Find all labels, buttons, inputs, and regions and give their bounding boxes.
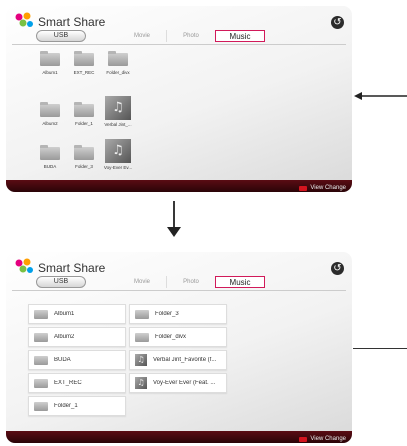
- list-item-label: Verbal Jint_Favorite (f...: [153, 357, 217, 363]
- list-item[interactable]: BUDA: [28, 350, 126, 370]
- smart-share-logo-icon: [15, 12, 33, 27]
- grid-item[interactable]: Folder_1: [69, 96, 99, 126]
- tab-photo[interactable]: Photo: [166, 30, 215, 42]
- folder-icon: [34, 401, 48, 411]
- grid-item-label: Folder_divx: [106, 70, 130, 75]
- folder-icon: [40, 102, 60, 117]
- list-item[interactable]: ♫ Voy-Ever Ever (Feat. ...: [129, 373, 227, 393]
- content-divider: [12, 290, 346, 291]
- list-item[interactable]: Folder_divx: [129, 327, 227, 347]
- grid-item-label: EXT_REC: [73, 70, 95, 75]
- tab-movie[interactable]: Movie: [118, 30, 166, 42]
- music-note-icon: ♫: [105, 139, 131, 163]
- smart-share-list-view: Smart Share ↺ USB Movie Photo Music Albu…: [6, 252, 352, 443]
- bottom-bar: View Change: [6, 431, 352, 443]
- grid-item[interactable]: Folder_3: [69, 139, 99, 169]
- grid-item[interactable]: Album1: [35, 51, 65, 75]
- list-item-label: BUDA: [54, 357, 71, 363]
- view-change-hint[interactable]: View Change: [299, 436, 346, 442]
- tab-music[interactable]: Music: [215, 276, 265, 288]
- grid-item-label: Voy-Ever Ev...: [103, 165, 133, 170]
- grid-item-label: Folder_3: [75, 164, 93, 169]
- list-item-label: Album2: [54, 334, 75, 340]
- usb-source-button[interactable]: USB: [36, 30, 86, 42]
- app-title: Smart Share: [38, 15, 106, 29]
- bottom-bar: View Change: [6, 180, 352, 192]
- smart-share-logo-icon: [15, 258, 33, 273]
- grid-item-label: Album1: [42, 70, 58, 75]
- folder-icon: [34, 378, 48, 388]
- folder-icon: [40, 51, 60, 66]
- app-title: Smart Share: [38, 261, 106, 275]
- list-item-label: Album1: [54, 311, 75, 317]
- grid-item[interactable]: ♫ Voy-Ever Ev...: [103, 139, 133, 170]
- tab-movie[interactable]: Movie: [118, 276, 166, 288]
- arrow-down-icon: [167, 201, 181, 237]
- media-tabs: Movie Photo Music: [118, 276, 265, 288]
- back-icon[interactable]: ↺: [331, 262, 344, 275]
- folder-icon: [34, 332, 48, 342]
- grid-item[interactable]: BUDA: [35, 139, 65, 169]
- folder-icon: [135, 309, 149, 319]
- folder-icon: [74, 145, 94, 160]
- grid-item[interactable]: ♫ Verbal Jint_...: [103, 96, 133, 127]
- view-change-label: View Change: [310, 185, 346, 191]
- view-change-hint[interactable]: View Change: [299, 185, 346, 191]
- list-item-label: Folder_1: [54, 403, 78, 409]
- tab-photo[interactable]: Photo: [166, 276, 215, 288]
- media-tabs: Movie Photo Music: [118, 30, 265, 42]
- tab-music[interactable]: Music: [215, 30, 265, 42]
- grid-item-label: Album2: [42, 121, 58, 126]
- list-item[interactable]: Album2: [28, 327, 126, 347]
- list-item-label: Folder_3: [155, 311, 179, 317]
- music-note-icon: ♫: [135, 354, 147, 366]
- back-icon[interactable]: ↺: [331, 16, 344, 29]
- smart-share-grid-view: Smart Share ↺ USB Movie Photo Music Albu…: [6, 6, 352, 192]
- usb-source-button[interactable]: USB: [36, 276, 86, 288]
- music-note-icon: ♫: [135, 377, 147, 389]
- view-change-label: View Change: [310, 436, 346, 442]
- content-divider: [12, 44, 346, 45]
- grid-item[interactable]: Album2: [35, 96, 65, 126]
- music-note-icon: ♫: [105, 96, 131, 120]
- list-item-label: Folder_divx: [155, 334, 187, 340]
- pointer-line: [353, 348, 407, 349]
- red-key-icon: [299, 436, 308, 442]
- list-item[interactable]: Album1: [28, 304, 126, 324]
- grid-item[interactable]: EXT_REC: [69, 51, 99, 75]
- folder-icon: [108, 51, 128, 66]
- list-item[interactable]: EXT_REC: [28, 373, 126, 393]
- folder-icon: [74, 102, 94, 117]
- folder-icon: [34, 309, 48, 319]
- folder-icon: [135, 332, 149, 342]
- grid-item-label: Verbal Jint_...: [104, 122, 132, 127]
- list-item-label: Voy-Ever Ever (Feat. ...: [153, 380, 216, 386]
- arrow-left-icon: [354, 92, 407, 100]
- list-item[interactable]: Folder_1: [28, 396, 126, 416]
- grid-item-label: Folder_1: [75, 121, 93, 126]
- list-item-label: EXT_REC: [54, 380, 82, 386]
- folder-icon: [40, 145, 60, 160]
- grid-item-label: BUDA: [43, 164, 57, 169]
- folder-icon: [74, 51, 94, 66]
- list-item[interactable]: ♫ Verbal Jint_Favorite (f...: [129, 350, 227, 370]
- red-key-icon: [299, 185, 308, 191]
- folder-icon: [34, 355, 48, 365]
- list-item[interactable]: Folder_3: [129, 304, 227, 324]
- grid-item[interactable]: Folder_divx: [103, 51, 133, 75]
